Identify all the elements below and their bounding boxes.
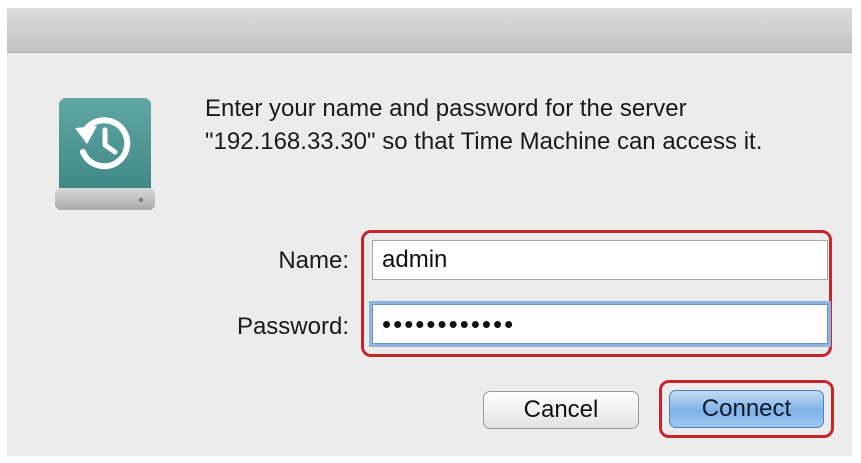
- connect-button[interactable]: Connect: [669, 390, 824, 428]
- name-label: Name:: [278, 247, 349, 274]
- password-field[interactable]: [372, 304, 828, 344]
- name-field[interactable]: [372, 240, 828, 280]
- title-bar[interactable]: [7, 8, 852, 53]
- cancel-button[interactable]: Cancel: [483, 391, 639, 429]
- time-machine-drive-icon: [53, 96, 157, 214]
- dialog-message: Enter your name and password for the ser…: [205, 95, 763, 155]
- password-label: Password:: [236, 313, 349, 340]
- auth-dialog: Enter your name and password for the ser…: [7, 8, 852, 456]
